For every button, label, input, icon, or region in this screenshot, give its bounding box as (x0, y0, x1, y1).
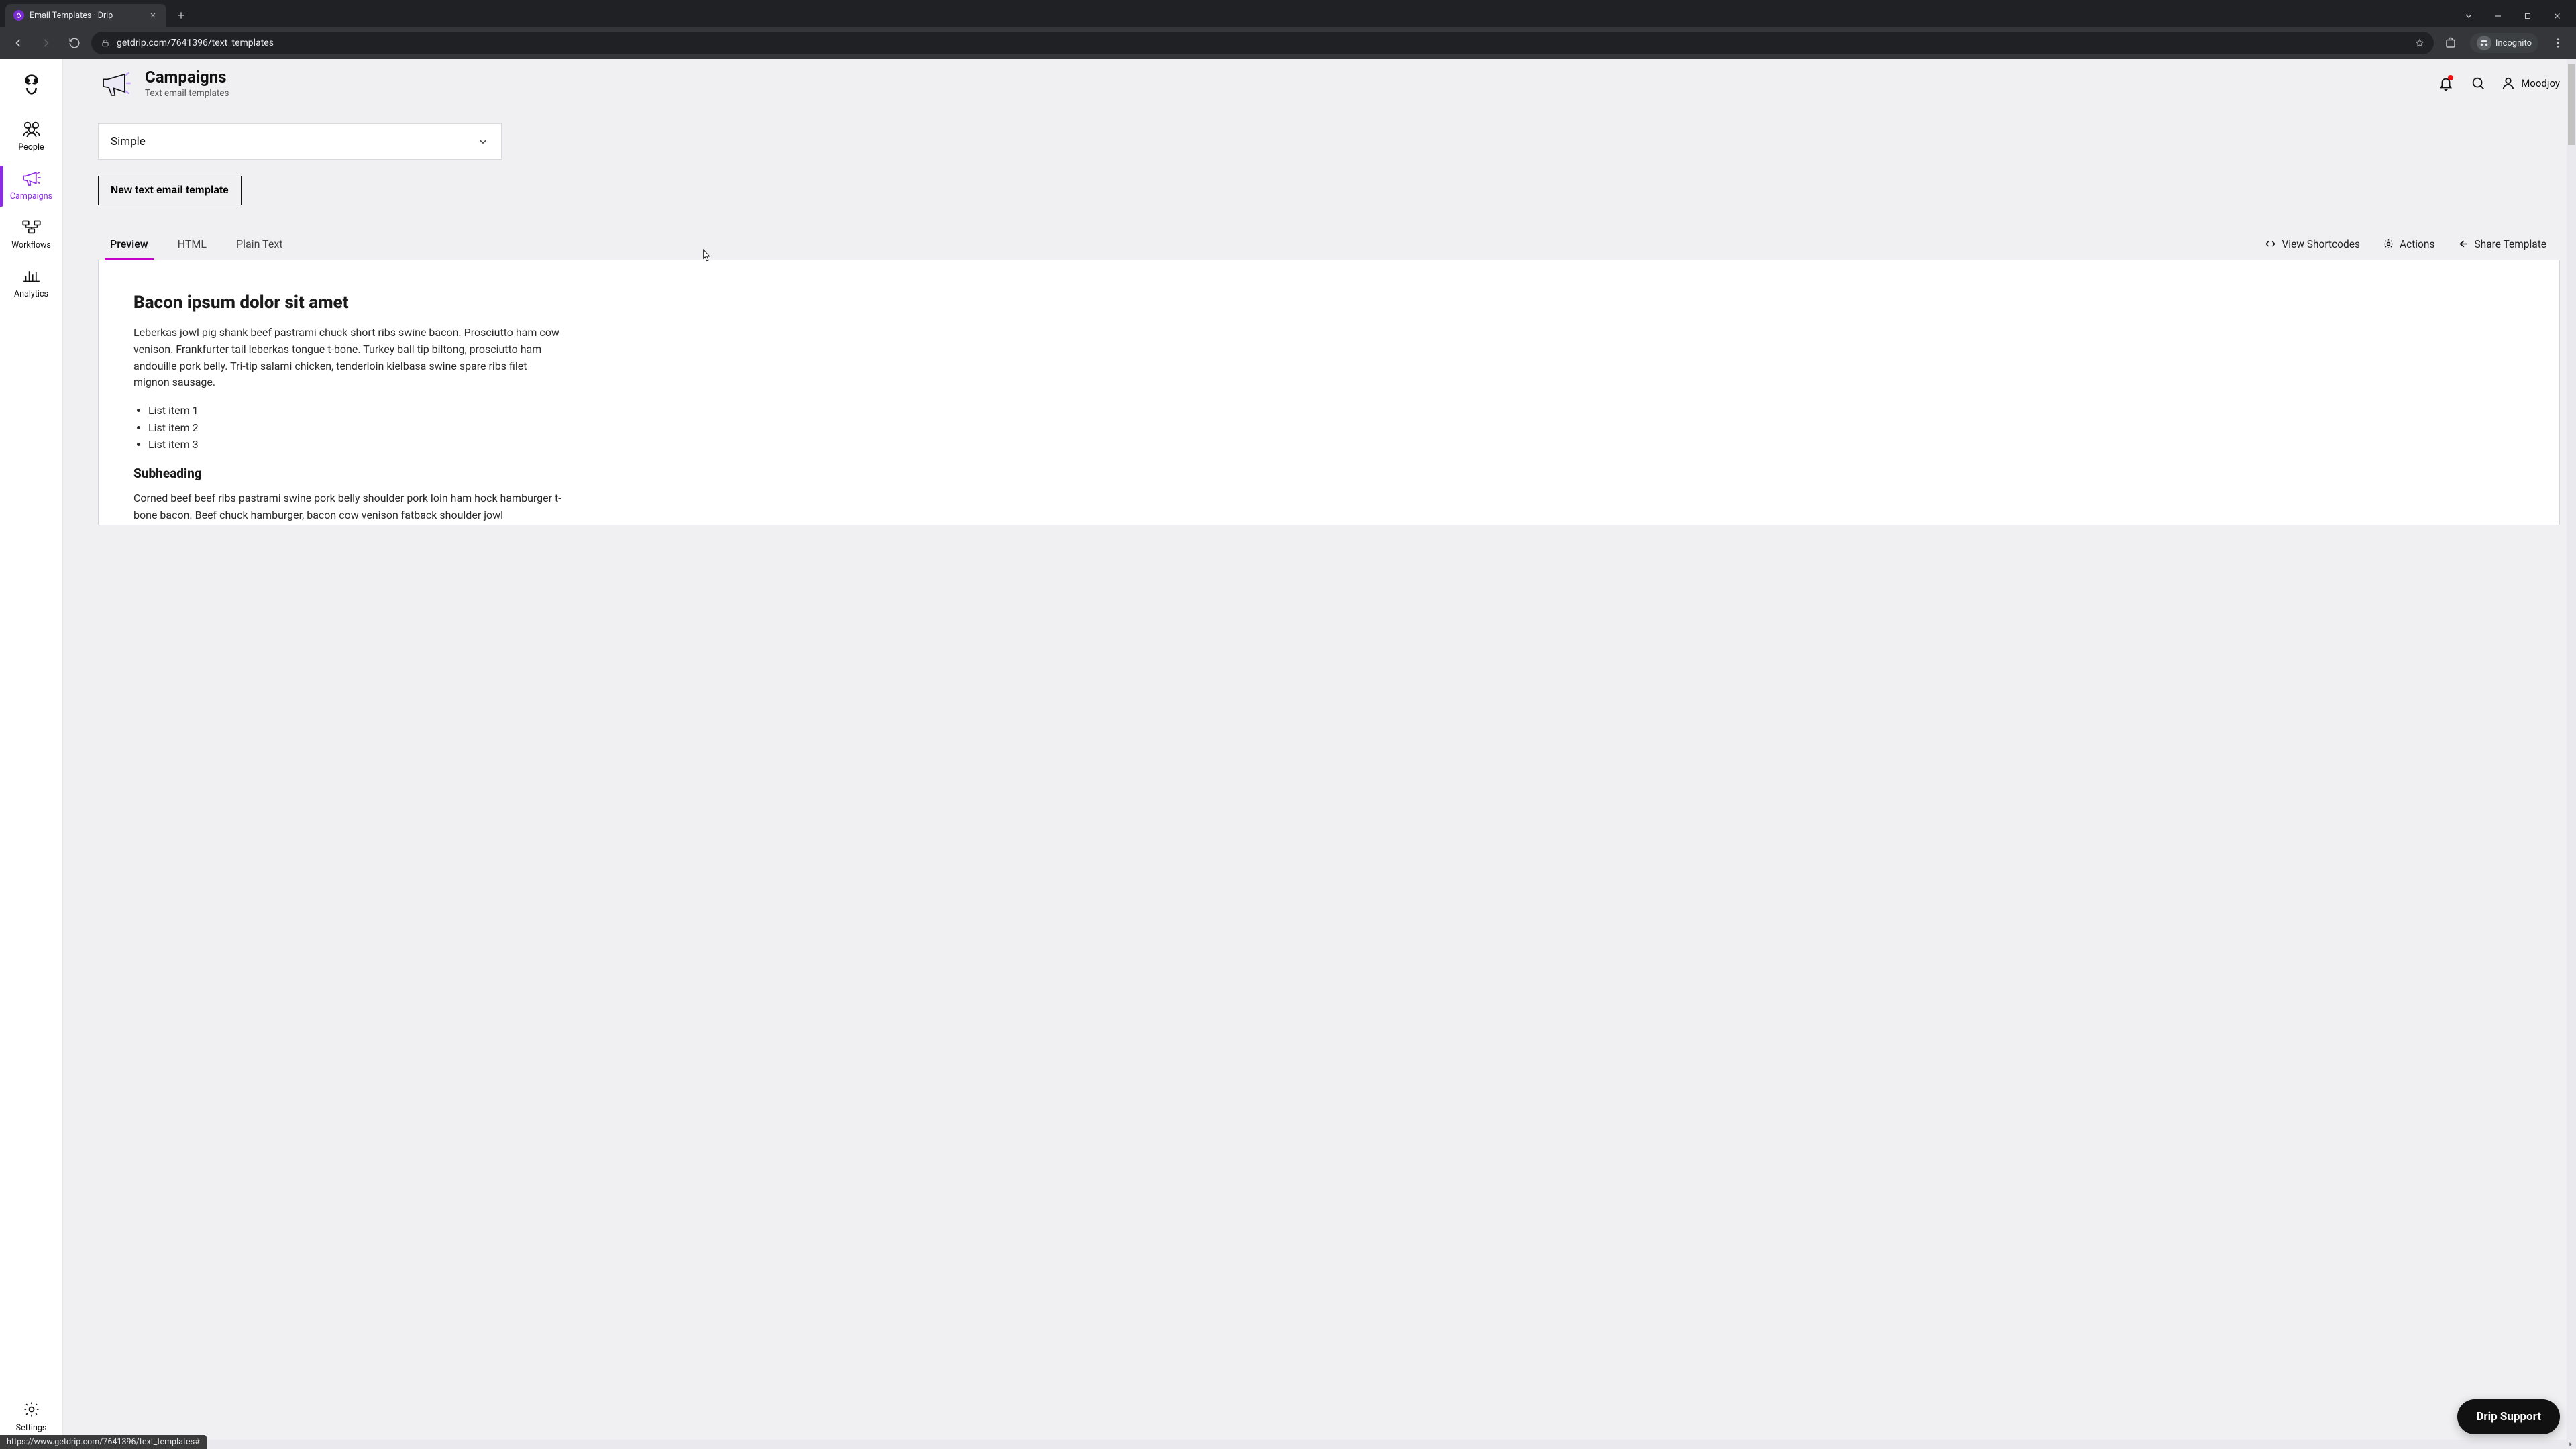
share-template-button[interactable]: Share Template (2455, 230, 2549, 260)
preview-paragraph: Leberkas jowl pig shank beef pastrami ch… (133, 325, 563, 391)
megaphone-icon (20, 168, 43, 187)
link-status-bar: https://www.getdrip.com/7641396/text_tem… (0, 1435, 207, 1449)
tab-action-label: Actions (2400, 238, 2434, 250)
list-item: List item 1 (148, 402, 2524, 419)
actions-button[interactable]: Actions (2380, 230, 2437, 260)
list-item: List item 2 (148, 419, 2524, 437)
drip-favicon-icon (13, 10, 24, 21)
preview-pane: Bacon ipsum dolor sit amet Leberkas jowl… (98, 260, 2560, 525)
drip-logo-icon[interactable] (18, 71, 45, 98)
sidebar: People Campaigns Workflows Analytics (0, 59, 63, 1449)
preview-subheading: Subheading (133, 466, 2524, 481)
gear-icon (2383, 238, 2394, 250)
gear-icon (20, 1400, 43, 1419)
new-template-button-label: New text email template (111, 184, 229, 197)
preview-heading: Bacon ipsum dolor sit amet (133, 292, 2524, 313)
browser-tab-title: Email Templates · Drip (30, 11, 113, 21)
user-label: Moodjoy (2521, 77, 2560, 89)
browser-toolbar: getdrip.com/7641396/text_templates Incog… (0, 27, 2576, 59)
main-content: Simple New text email template Preview H… (63, 107, 2576, 1449)
code-icon (2265, 238, 2276, 250)
sidebar-item-people[interactable]: People (0, 113, 62, 162)
tab-label: HTML (178, 237, 207, 250)
sidebar-item-label: Settings (16, 1423, 47, 1433)
browser-menu-button[interactable] (2546, 32, 2569, 54)
browser-address-bar[interactable]: getdrip.com/7641396/text_templates (91, 32, 2434, 54)
app-page: People Campaigns Workflows Analytics (0, 59, 2576, 1449)
lock-icon (101, 38, 110, 48)
sidebar-item-analytics[interactable]: Analytics (0, 260, 62, 309)
browser-tab-strip: Email Templates · Drip (0, 0, 2576, 27)
close-tab-button[interactable] (148, 10, 158, 21)
scroll-right-arrow-icon[interactable] (2565, 1440, 2576, 1449)
incognito-badge[interactable]: Incognito (2470, 33, 2538, 53)
window-minimize-button[interactable] (2491, 9, 2505, 23)
sidebar-item-label: Workflows (11, 240, 51, 250)
window-close-button[interactable] (2551, 9, 2564, 23)
campaigns-hero-icon (98, 66, 133, 101)
chevron-down-icon (477, 136, 489, 148)
tab-plain-text[interactable]: Plain Text (231, 229, 288, 260)
support-button[interactable]: Drip Support (2457, 1399, 2560, 1434)
template-select[interactable]: Simple (98, 123, 502, 160)
page-subtitle: Text email templates (145, 88, 229, 99)
page-vertical-scrollbar[interactable] (2567, 59, 2576, 1440)
incognito-icon (2477, 36, 2491, 50)
tabs-dropdown-button[interactable] (2462, 9, 2475, 23)
share-icon (2457, 238, 2469, 250)
browser-forward-button[interactable] (35, 32, 58, 54)
people-icon (20, 119, 43, 138)
notifications-button[interactable] (2436, 74, 2455, 93)
tab-preview[interactable]: Preview (105, 229, 154, 260)
incognito-label: Incognito (2496, 38, 2532, 48)
browser-url-text: getdrip.com/7641396/text_templates (117, 38, 2408, 48)
page-horizontal-scrollbar[interactable] (63, 1440, 2576, 1449)
sidebar-item-label: Analytics (14, 289, 48, 299)
new-template-button[interactable]: New text email template (98, 176, 241, 205)
tab-label: Preview (110, 237, 148, 250)
page-header: Campaigns Text email templates Moodjoy (63, 59, 2576, 107)
browser-tab[interactable]: Email Templates · Drip (5, 4, 166, 27)
tab-action-label: Share Template (2474, 238, 2546, 250)
scrollbar-thumb[interactable] (2568, 64, 2575, 145)
sidebar-item-label: People (18, 142, 44, 152)
browser-back-button[interactable] (7, 32, 30, 54)
tabs-row: Preview HTML Plain Text View Shortcodes … (98, 229, 2560, 260)
preview-list: List item 1 List item 2 List item 3 (148, 402, 2524, 453)
browser-reload-button[interactable] (63, 32, 86, 54)
support-button-label: Drip Support (2476, 1410, 2541, 1424)
bookmark-star-icon[interactable] (2415, 38, 2424, 48)
workflows-icon (20, 217, 43, 236)
tab-label: Plain Text (236, 237, 283, 250)
tab-html[interactable]: HTML (172, 229, 212, 260)
window-controls (2462, 9, 2576, 27)
template-select-value: Simple (111, 135, 146, 148)
tab-action-label: View Shortcodes (2282, 238, 2360, 250)
extensions-button[interactable] (2439, 32, 2462, 54)
analytics-icon (20, 266, 43, 285)
sidebar-item-label: Campaigns (10, 191, 52, 201)
list-item: List item 3 (148, 436, 2524, 453)
preview-paragraph: Corned beef beef ribs pastrami swine por… (133, 490, 563, 524)
search-button[interactable] (2469, 74, 2487, 93)
page-title: Campaigns (145, 68, 229, 87)
sidebar-item-workflows[interactable]: Workflows (0, 211, 62, 260)
new-tab-button[interactable] (172, 6, 191, 25)
user-icon (2501, 76, 2516, 91)
view-shortcodes-button[interactable]: View Shortcodes (2262, 230, 2363, 260)
sidebar-item-campaigns[interactable]: Campaigns (0, 162, 62, 211)
preview-scroll-area[interactable]: Bacon ipsum dolor sit amet Leberkas jowl… (99, 260, 2559, 525)
user-menu[interactable]: Moodjoy (2501, 76, 2560, 91)
window-maximize-button[interactable] (2521, 9, 2534, 23)
